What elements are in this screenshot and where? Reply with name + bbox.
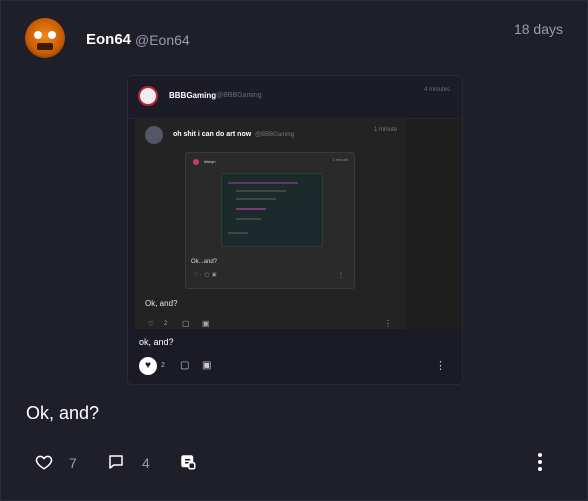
avatar-mouth	[37, 43, 53, 50]
reshare-icon	[181, 455, 196, 470]
like-button[interactable]	[35, 453, 53, 471]
nested-screenshot: hiimyn 1 minute Ok...and? ♡ · ▢ ▣ ⋮	[185, 152, 355, 289]
nested-more-icon: ⋮	[338, 273, 344, 279]
author-avatar[interactable]	[25, 18, 65, 58]
post-text: Ok, and?	[26, 403, 100, 423]
embed-reply-icon: ▢	[180, 360, 190, 371]
embed-footer	[128, 330, 462, 384]
heart-icon	[35, 455, 53, 470]
inner-avatar	[145, 126, 163, 144]
embed-post-text: ok, and?	[139, 337, 174, 347]
deep-nested-screenshot	[221, 173, 323, 247]
deep-line	[236, 208, 266, 210]
inner-post-text: Ok, and?	[145, 299, 178, 308]
avatar-eye-right	[48, 31, 56, 39]
more-options-button[interactable]	[538, 453, 542, 474]
embed-avatar	[138, 86, 158, 106]
more-vertical-icon	[538, 460, 542, 464]
avatar-eye-left	[34, 31, 42, 39]
inner-post: oh shit i can do art now @BBBGaming 1 mi…	[135, 119, 407, 329]
post-card: Eon64 @Eon64 18 days BBBGaming @BBBGamin…	[0, 0, 588, 501]
deep-line	[228, 182, 298, 184]
deep-line	[228, 232, 248, 234]
deep-line	[236, 198, 276, 200]
nested-author-name: hiimyn	[204, 159, 216, 164]
author-handle[interactable]: @Eon64	[135, 32, 190, 48]
inner-author-handle: @BBBGaming	[255, 132, 295, 138]
embed-reshare-icon: ▣	[202, 360, 212, 371]
inner-side-panel	[407, 119, 462, 329]
comment-icon	[109, 455, 123, 469]
nested-time: 1 minute	[332, 157, 348, 162]
nested-action-icons: ♡ · ▢ ▣	[194, 272, 217, 278]
embed-author-handle: @BBBGaming	[216, 92, 262, 99]
embedded-screenshot[interactable]: BBBGaming @BBBGaming 4 minutes oh shit i…	[128, 76, 462, 384]
like-count: 7	[69, 455, 77, 471]
more-vertical-icon	[538, 467, 542, 471]
embed-like-icon: ♥	[139, 357, 157, 375]
reply-button[interactable]	[107, 453, 125, 471]
inner-like-count: 2	[164, 321, 168, 327]
deep-line	[236, 218, 261, 220]
embed-more-icon: ⋮	[435, 360, 446, 372]
embed-time: 4 minutes	[423, 87, 450, 93]
author-name[interactable]: Eon64	[86, 31, 131, 48]
nested-avatar	[193, 159, 199, 165]
embed-like-count: 2	[161, 362, 165, 369]
inner-author-name: oh shit i can do art now	[173, 131, 252, 138]
inner-more-icon: ⋮	[384, 319, 392, 328]
post-time[interactable]: 18 days	[514, 21, 563, 37]
deep-line	[236, 190, 286, 192]
more-vertical-icon	[538, 453, 542, 457]
inner-reshare-icon: ▣	[202, 319, 210, 328]
reshare-button[interactable]	[179, 453, 197, 471]
embed-author-name: BBBGaming	[169, 91, 217, 100]
inner-like-icon: ♡	[148, 321, 155, 328]
nested-post-text: Ok...and?	[191, 259, 218, 265]
inner-time: 1 minute	[373, 127, 397, 133]
reply-count: 4	[142, 455, 150, 471]
inner-reply-icon: ▢	[182, 319, 190, 328]
